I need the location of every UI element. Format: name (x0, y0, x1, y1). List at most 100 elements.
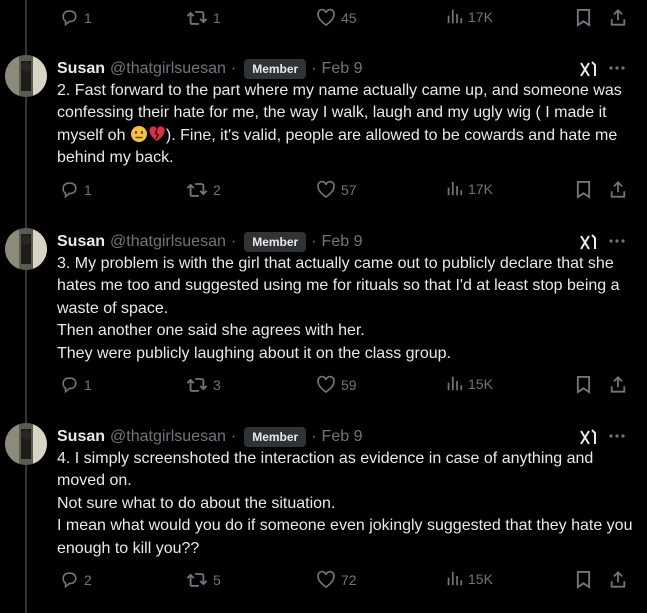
share-icon (610, 376, 626, 393)
reply-count: 1 (84, 9, 92, 26)
analytics-icon (447, 181, 463, 196)
post-header: Susan @thatgirlsuesan · Member · Feb 9 (57, 426, 362, 448)
reply-icon (62, 572, 77, 589)
more-icon[interactable] (608, 427, 626, 445)
repost-button[interactable]: 5 (186, 570, 221, 589)
post-text: 3. My problem is with the girl that actu… (57, 253, 637, 365)
views-count: 17K (468, 8, 493, 25)
bookmark-icon (576, 181, 591, 199)
post-date[interactable]: Feb 9 (322, 233, 363, 251)
views-count: 17K (468, 180, 493, 197)
reply-button[interactable]: 1 (60, 180, 92, 199)
post-text-line: 4. I simply screenshoted the interaction… (57, 450, 594, 490)
action-bar: 1 3 59 15K (0, 375, 647, 397)
share-icon (610, 571, 626, 588)
post-header: Susan @thatgirlsuesan · Member · Feb 9 (57, 58, 362, 80)
reply-count: 1 (84, 376, 92, 393)
author-name[interactable]: Susan (57, 233, 105, 251)
heart-icon (317, 180, 335, 198)
post-text-line: Then another one said she agrees with he… (57, 322, 365, 340)
reply-button[interactable]: 1 (60, 375, 92, 394)
share-icon (610, 181, 626, 198)
views-button[interactable]: 15K (446, 570, 493, 587)
member-badge[interactable]: Member (244, 427, 307, 447)
separator: · (230, 233, 237, 250)
grok-icon[interactable] (578, 59, 598, 79)
author-name[interactable]: Susan (57, 60, 105, 78)
avatar[interactable] (5, 423, 47, 465)
repost-button[interactable]: 1 (186, 8, 221, 27)
views-count: 15K (468, 375, 493, 392)
post-text: 4. I simply screenshoted the interaction… (57, 448, 637, 560)
reply-count: 2 (84, 571, 92, 588)
share-button[interactable] (609, 570, 627, 589)
bookmark-icon (576, 376, 591, 394)
repost-count: 3 (213, 376, 221, 393)
repost-icon (186, 573, 208, 587)
repost-icon (186, 183, 208, 197)
author-handle[interactable]: @thatgirlsuesan (110, 233, 226, 251)
analytics-icon (447, 376, 463, 391)
reply-count: 1 (84, 181, 92, 198)
reply-icon (62, 377, 77, 394)
share-button[interactable] (609, 8, 627, 27)
reply-icon (62, 182, 77, 199)
more-icon[interactable] (608, 232, 626, 250)
author-handle[interactable]: @thatgirlsuesan (110, 60, 226, 78)
repost-button[interactable]: 2 (186, 180, 221, 199)
separator: · (230, 428, 237, 445)
like-count: 59 (341, 376, 357, 393)
grok-icon[interactable] (578, 427, 598, 447)
bookmark-button[interactable] (575, 570, 592, 589)
heart-icon (317, 8, 335, 26)
action-bar: 1 2 57 17K (0, 180, 647, 202)
like-button[interactable]: 59 (316, 375, 357, 394)
post-date[interactable]: Feb 9 (322, 428, 363, 446)
separator: · (311, 60, 317, 77)
avatar[interactable] (5, 55, 47, 97)
like-button[interactable]: 72 (316, 570, 357, 589)
more-icon[interactable] (608, 59, 626, 77)
repost-count: 2 (213, 181, 221, 198)
views-button[interactable]: 17K (446, 180, 493, 197)
separator: · (311, 233, 317, 250)
post-text-line: Not sure what to do about the situation. (57, 494, 336, 512)
author-handle[interactable]: @thatgirlsuesan (110, 428, 226, 446)
avatar[interactable] (5, 228, 47, 270)
share-button[interactable] (609, 375, 627, 394)
repost-icon (186, 378, 208, 392)
separator: · (311, 428, 317, 445)
views-button[interactable]: 17K (446, 8, 493, 25)
like-count: 72 (341, 571, 357, 588)
like-count: 45 (341, 9, 357, 26)
reply-icon (62, 10, 77, 27)
views-button[interactable]: 15K (446, 375, 493, 392)
bookmark-icon (576, 571, 591, 589)
grok-icon[interactable] (578, 232, 598, 252)
author-name[interactable]: Susan (57, 428, 105, 446)
repost-count: 1 (213, 9, 221, 26)
bookmark-button[interactable] (575, 8, 592, 27)
analytics-icon (447, 571, 463, 586)
post-date[interactable]: Feb 9 (322, 60, 363, 78)
post-text-line: 3. My problem is with the girl that actu… (57, 255, 620, 317)
reply-button[interactable]: 2 (60, 570, 92, 589)
member-badge[interactable]: Member (244, 232, 307, 252)
like-button[interactable]: 45 (316, 8, 357, 27)
repost-button[interactable]: 3 (186, 375, 221, 394)
reply-button[interactable]: 1 (60, 8, 92, 27)
share-button[interactable] (609, 180, 627, 199)
broken-heart-emoji-icon (149, 126, 165, 141)
bookmark-button[interactable] (575, 180, 592, 199)
member-badge[interactable]: Member (244, 59, 307, 79)
action-bar: 2 5 72 15K (0, 570, 647, 592)
share-icon (610, 9, 626, 26)
bookmark-button[interactable] (575, 375, 592, 394)
post-text: 2. Fast forward to the part where my nam… (57, 80, 637, 170)
analytics-icon (447, 9, 463, 24)
heart-icon (317, 375, 335, 393)
views-count: 15K (468, 570, 493, 587)
like-button[interactable]: 57 (316, 180, 357, 199)
repost-icon (186, 11, 208, 25)
hushed-face-emoji-icon (130, 125, 147, 142)
